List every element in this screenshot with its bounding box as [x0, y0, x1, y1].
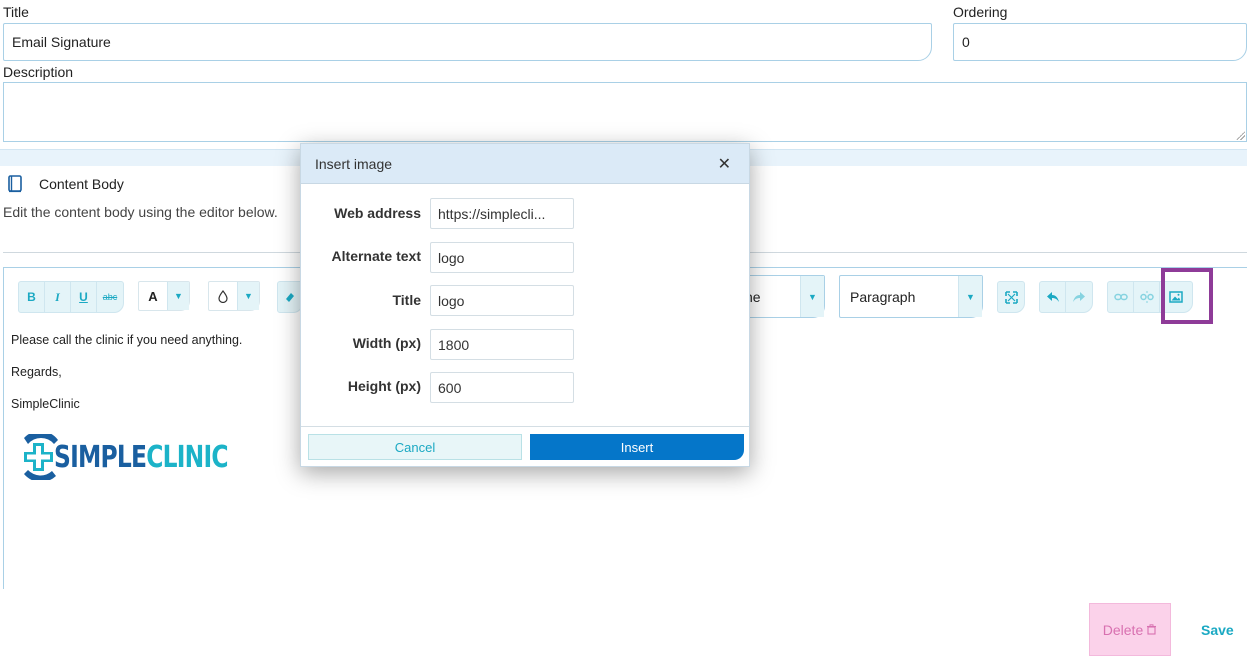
background-color-dropdown[interactable]: ▼: [208, 281, 260, 311]
ordering-input[interactable]: 0: [953, 23, 1247, 61]
ordering-label: Ordering: [953, 4, 1008, 20]
save-button[interactable]: Save: [1201, 622, 1234, 638]
description-label: Description: [3, 64, 74, 80]
format-block-value: Paragraph: [850, 288, 916, 305]
image-title-value: logo: [438, 292, 465, 309]
alternate-text-label: Alternate text: [331, 248, 421, 264]
ordering-input-value: 0: [962, 34, 970, 50]
dialog-footer-divider: [301, 426, 749, 427]
content-line: Please call the clinic if you need anyth…: [11, 333, 243, 347]
delete-button-label: Delete: [1102, 621, 1144, 638]
link-button[interactable]: [1108, 282, 1134, 312]
width-label: Width (px): [352, 335, 421, 351]
link-icon: [1113, 293, 1128, 301]
undo-icon: [1046, 292, 1059, 302]
font-color-dropdown[interactable]: A ▼: [138, 281, 190, 311]
format-block-dropdown[interactable]: Paragraph ▼: [839, 275, 983, 318]
title-input-value: Email Signature: [12, 34, 111, 50]
image-title-input[interactable]: logo: [430, 285, 574, 316]
history-group: [1039, 281, 1093, 313]
alternate-text-value: logo: [438, 249, 465, 266]
height-label: Height (px): [347, 378, 421, 394]
content-body-heading: Content Body: [39, 176, 124, 192]
highlight-box: [1161, 268, 1213, 324]
trash-icon: [1147, 624, 1157, 635]
strikethrough-button[interactable]: abc: [97, 282, 123, 312]
width-value: 1800: [438, 336, 470, 353]
fullscreen-button[interactable]: [997, 281, 1025, 313]
bold-button[interactable]: B: [19, 282, 45, 312]
italic-button[interactable]: I: [45, 282, 71, 312]
text-style-group: B I U abc: [18, 281, 124, 313]
unlink-icon: [1139, 291, 1154, 303]
insert-image-dialog: Insert image ✕ Web address https://simpl…: [300, 143, 750, 467]
web-address-value: https://simplecli...: [438, 205, 546, 222]
undo-button[interactable]: [1040, 282, 1066, 312]
cancel-button[interactable]: Cancel: [308, 434, 522, 460]
title-label: Title: [3, 4, 29, 20]
dialog-header: Insert image ✕: [301, 144, 749, 184]
redo-button[interactable]: [1066, 282, 1092, 312]
eraser-icon: [278, 282, 302, 312]
droplet-icon: [209, 282, 237, 310]
delete-button[interactable]: Delete: [1089, 603, 1171, 656]
content-body-hint: Edit the content body using the editor b…: [3, 204, 278, 220]
close-icon[interactable]: ✕: [718, 154, 731, 174]
simpleclinic-logo[interactable]: SIMPLECLINIC: [20, 434, 277, 480]
logo-text-simple: SIMPLE: [54, 439, 147, 475]
height-input[interactable]: 600: [430, 372, 574, 403]
dialog-title: Insert image: [315, 155, 393, 172]
alternate-text-input[interactable]: logo: [430, 242, 574, 273]
resize-grip-icon[interactable]: [1236, 131, 1245, 140]
content-line: SimpleClinic: [11, 397, 80, 411]
fullscreen-icon: [998, 282, 1024, 312]
chevron-down-icon: ▼: [237, 282, 259, 310]
chevron-down-icon: ▼: [958, 276, 982, 317]
unlink-button[interactable]: [1134, 282, 1160, 312]
underline-button[interactable]: U: [71, 282, 97, 312]
width-input[interactable]: 1800: [430, 329, 574, 360]
insert-button[interactable]: Insert: [530, 434, 744, 460]
book-icon: [7, 175, 23, 193]
content-line: Regards,: [11, 365, 62, 379]
image-title-label: Title: [392, 292, 421, 308]
web-address-input[interactable]: https://simplecli...: [430, 198, 574, 229]
font-color-icon: A: [148, 288, 158, 304]
logo-text-clinic: CLINIC: [146, 439, 228, 475]
chevron-down-icon: ▼: [167, 282, 189, 310]
web-address-label: Web address: [334, 205, 421, 221]
title-input[interactable]: Email Signature: [3, 23, 932, 61]
description-textarea[interactable]: [3, 82, 1247, 142]
height-value: 600: [438, 379, 462, 396]
chevron-down-icon: ▼: [800, 276, 824, 317]
redo-icon: [1073, 292, 1085, 302]
